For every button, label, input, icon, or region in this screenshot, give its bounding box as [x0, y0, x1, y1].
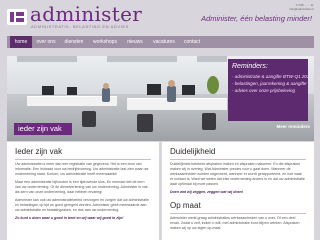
reminders-note: Reminders: - administratie & aangifte BT…: [228, 59, 308, 121]
reminders-title: Reminders:: [232, 63, 268, 70]
nav-item-vacatures[interactable]: vacatures: [149, 36, 179, 48]
logo-subtitle: ADMINISTRATIE, BELASTING EN ADVIES: [31, 24, 129, 29]
section-title: Duidelijkheid: [170, 147, 216, 156]
left-column: Ieder zijn vak Uw administratie is meer …: [7, 142, 159, 240]
contact-info: T: 045 ... ... E: info@administer.nl: [289, 3, 314, 11]
main-navigation: home over ons diensten workshops nieuws …: [7, 36, 314, 48]
nav-item-over-ons[interactable]: over ons: [33, 36, 59, 48]
logo-icon[interactable]: [7, 9, 27, 25]
reminder-item: - advies over onze prijsbeleving: [232, 88, 296, 93]
paragraph: Administer werkt graag administraties we…: [170, 216, 300, 230]
nav-item-home[interactable]: home: [10, 36, 32, 48]
nav-item-nieuws[interactable]: nieuws: [122, 36, 148, 48]
closing-statement: Zo kunt u doen waar u goed in bent en wi…: [15, 216, 124, 220]
reminder-item: - administratie & aangifte BTW-Q1 2016: [232, 74, 308, 79]
paragraph: Administer kan ook uw administratiebelei…: [15, 198, 150, 212]
hero-banner: ieder zijn vak Reminders: - administrati…: [7, 56, 314, 141]
reminder-item: - belastingen, jaarrekening & aangifte: [232, 81, 307, 86]
section-title: Op maat: [170, 201, 201, 210]
right-column: Duidelijkheid Duidelijkheid betekent afs…: [162, 142, 314, 240]
closing-statement: Doen wat wij zeggen, zeggen wat wij doen…: [170, 190, 244, 194]
tagline: Administer, één belasting minder!: [201, 14, 312, 23]
page: administer ADMINISTRATIE, BELASTING EN A…: [0, 0, 320, 240]
paragraph: Duidelijkheid betekent afspraken maken e…: [170, 162, 305, 186]
nav-item-diensten[interactable]: diensten: [61, 36, 87, 48]
logo-text[interactable]: administer: [30, 3, 142, 25]
divider: [170, 213, 306, 214]
divider: [170, 159, 306, 160]
paragraph: Uw administratie is meer dan een registr…: [15, 162, 149, 176]
more-reminders-link[interactable]: Meer reminders: [276, 124, 310, 129]
paragraph: Maar een administratie bijhouden is een …: [15, 180, 148, 194]
section-title: Ieder zijn vak: [15, 147, 63, 156]
nav-item-contact[interactable]: contact: [179, 36, 205, 48]
hero-label: ieder zijn vak: [14, 123, 72, 135]
divider: [15, 159, 151, 160]
nav-item-workshops[interactable]: workshops: [89, 36, 121, 48]
